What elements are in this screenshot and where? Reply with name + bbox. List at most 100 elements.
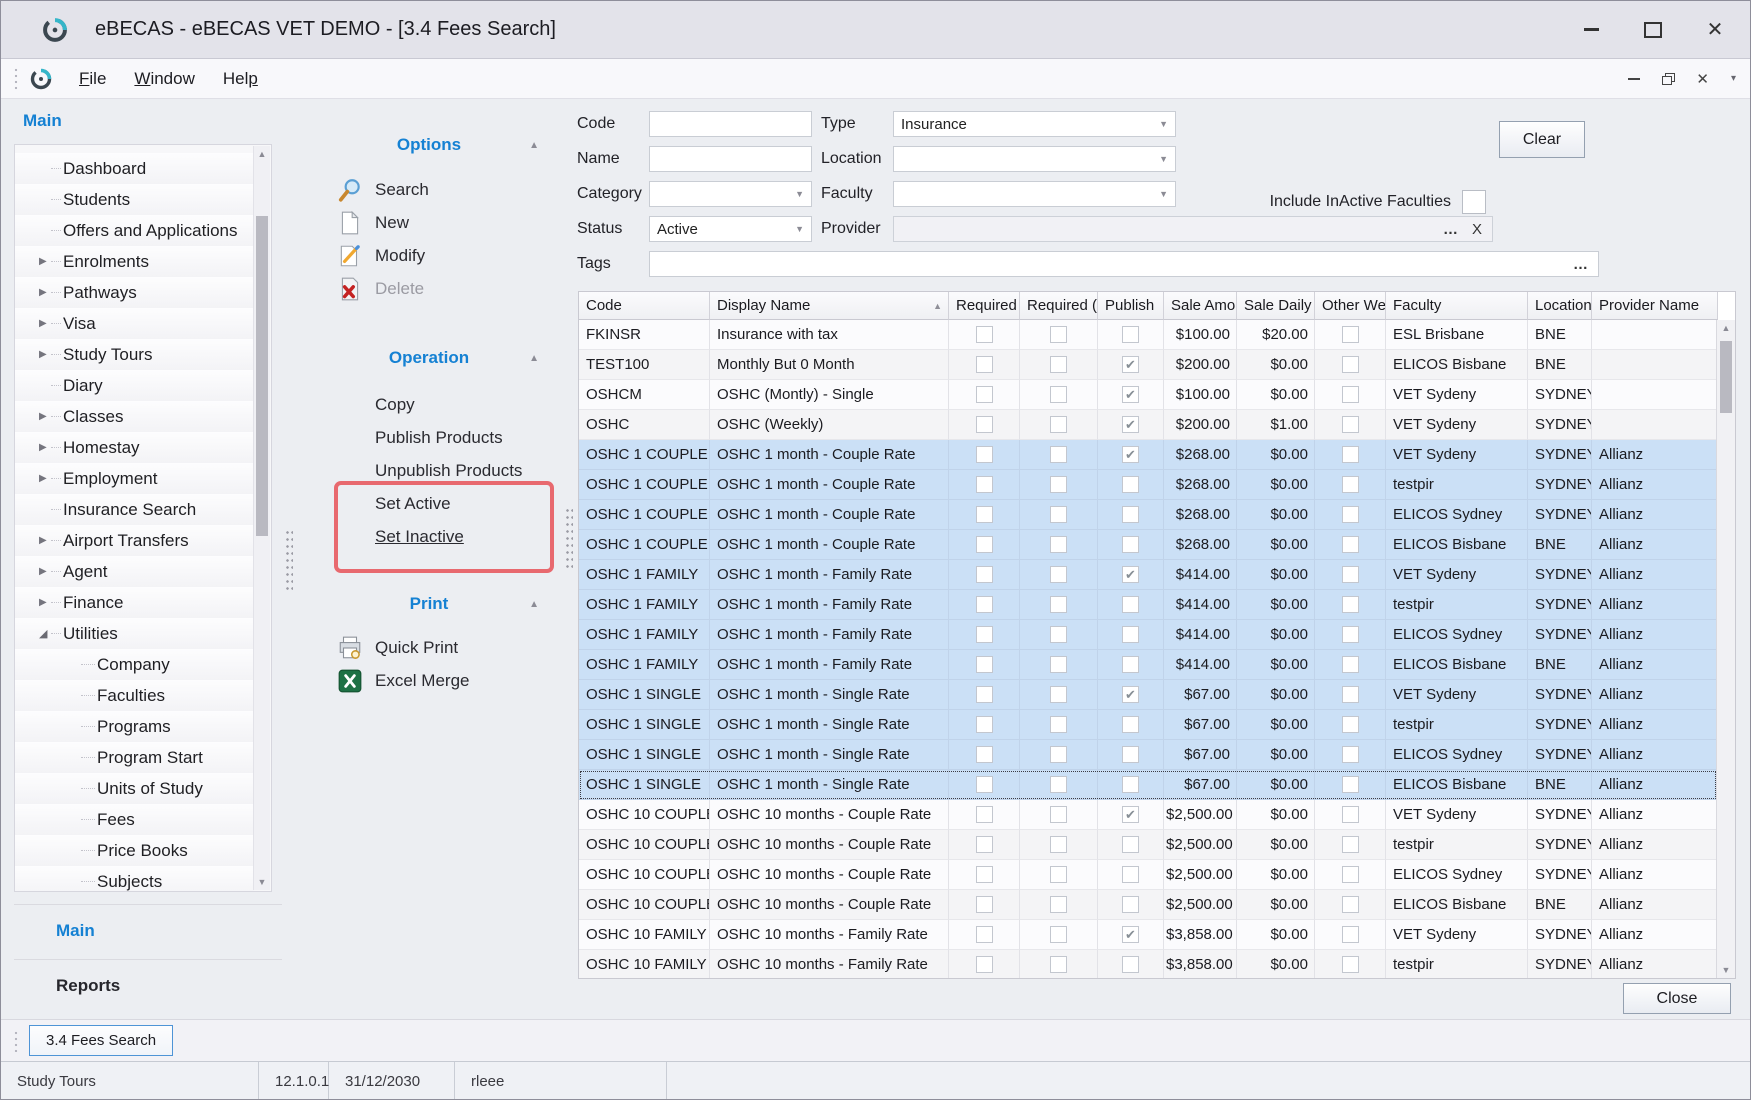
include-inactive-checkbox[interactable] xyxy=(1462,190,1486,214)
required-checkbox[interactable] xyxy=(976,686,993,703)
required2-checkbox[interactable] xyxy=(1050,956,1067,973)
required2-checkbox[interactable] xyxy=(1050,536,1067,553)
publish-checkbox[interactable] xyxy=(1122,716,1139,733)
code-input[interactable] xyxy=(649,111,812,137)
required2-checkbox[interactable] xyxy=(1050,566,1067,583)
provider-clear-button[interactable]: X xyxy=(1472,221,1482,238)
other-weekly-checkbox[interactable] xyxy=(1342,566,1359,583)
collapsed-arrow-icon[interactable]: ▶ xyxy=(39,411,47,422)
table-row[interactable]: OSHCMOSHC (Montly) - Single✔$100.00$0.00… xyxy=(579,380,1717,410)
scroll-down-icon[interactable]: ▼ xyxy=(1717,962,1735,978)
publish-checkbox[interactable] xyxy=(1122,326,1139,343)
sidebar-item-pathways[interactable]: ▶Pathways xyxy=(15,277,254,308)
collapsed-arrow-icon[interactable]: ▶ xyxy=(39,349,47,360)
required-checkbox[interactable] xyxy=(976,656,993,673)
required2-checkbox[interactable] xyxy=(1050,656,1067,673)
publish-checkbox[interactable]: ✔ xyxy=(1122,416,1139,433)
required-checkbox[interactable] xyxy=(976,956,993,973)
table-row[interactable]: OSHC 10 COUPLEOSHC 10 months - Couple Ra… xyxy=(579,800,1717,830)
table-row[interactable]: OSHC 1 SINGLEOSHC 1 month - Single Rate$… xyxy=(579,740,1717,770)
scrollbar-thumb[interactable] xyxy=(256,216,268,536)
table-row[interactable]: OSHC 1 FAMILYOSHC 1 month - Family Rate$… xyxy=(579,650,1717,680)
other-weekly-checkbox[interactable] xyxy=(1342,956,1359,973)
mdi-restore-icon[interactable] xyxy=(1662,73,1674,84)
sidebar-item-study-tours[interactable]: ▶Study Tours xyxy=(15,339,254,370)
close-button[interactable]: Close xyxy=(1623,983,1731,1014)
other-weekly-checkbox[interactable] xyxy=(1342,806,1359,823)
status-dropdown[interactable]: Active▼ xyxy=(649,216,812,242)
required-checkbox[interactable] xyxy=(976,926,993,943)
publish-checkbox[interactable] xyxy=(1122,776,1139,793)
required2-checkbox[interactable] xyxy=(1050,596,1067,613)
other-weekly-checkbox[interactable] xyxy=(1342,446,1359,463)
sidebar-item-utilities[interactable]: ◢Utilities xyxy=(15,618,254,649)
sidebar-item-students[interactable]: Students xyxy=(15,184,254,215)
required2-checkbox[interactable] xyxy=(1050,626,1067,643)
sidebar-item-program-start[interactable]: Program Start xyxy=(15,742,254,773)
other-weekly-checkbox[interactable] xyxy=(1342,596,1359,613)
required-checkbox[interactable] xyxy=(976,326,993,343)
menu-window[interactable]: Window xyxy=(120,63,208,95)
table-row[interactable]: OSHC 1 COUPLEOSHC 1 month - Couple Rate✔… xyxy=(579,440,1717,470)
sidebar-item-dashboard[interactable]: Dashboard xyxy=(15,153,254,184)
other-weekly-checkbox[interactable] xyxy=(1342,416,1359,433)
column-header-sale-amo[interactable]: Sale Amo xyxy=(1164,292,1237,320)
operation-publish-products[interactable]: Publish Products xyxy=(301,421,557,454)
sidebar-item-classes[interactable]: ▶Classes xyxy=(15,401,254,432)
other-weekly-checkbox[interactable] xyxy=(1342,926,1359,943)
column-header-other-wee[interactable]: Other Wee xyxy=(1315,292,1386,320)
sidebar-item-airport-transfers[interactable]: ▶Airport Transfers xyxy=(15,525,254,556)
required-checkbox[interactable] xyxy=(976,446,993,463)
clear-button[interactable]: Clear xyxy=(1499,121,1585,158)
option-new[interactable]: New xyxy=(301,206,557,239)
sidebar-item-offers-and-applications[interactable]: Offers and Applications xyxy=(15,215,254,246)
sidebar-item-finance[interactable]: ▶Finance xyxy=(15,587,254,618)
faculty-dropdown[interactable]: ▼ xyxy=(893,181,1176,207)
table-row[interactable]: OSHC 10 COUPLEOSHC 10 months - Couple Ra… xyxy=(579,860,1717,890)
other-weekly-checkbox[interactable] xyxy=(1342,686,1359,703)
tags-browse-button[interactable]: … xyxy=(1573,256,1588,273)
required2-checkbox[interactable] xyxy=(1050,476,1067,493)
required-checkbox[interactable] xyxy=(976,776,993,793)
sidebar-item-faculties[interactable]: Faculties xyxy=(15,680,254,711)
provider-input[interactable]: … X xyxy=(893,216,1493,242)
table-row[interactable]: OSHC 1 SINGLEOSHC 1 month - Single Rate$… xyxy=(579,770,1717,800)
required-checkbox[interactable] xyxy=(976,716,993,733)
scrollbar-thumb[interactable] xyxy=(1720,341,1732,413)
publish-checkbox[interactable] xyxy=(1122,656,1139,673)
publish-checkbox[interactable]: ✔ xyxy=(1122,446,1139,463)
other-weekly-checkbox[interactable] xyxy=(1342,386,1359,403)
required-checkbox[interactable] xyxy=(976,746,993,763)
print-quick-print[interactable]: Quick Print xyxy=(301,631,557,664)
publish-checkbox[interactable] xyxy=(1122,596,1139,613)
collapsed-arrow-icon[interactable]: ▶ xyxy=(39,535,47,546)
operation-set-active[interactable]: Set Active xyxy=(301,487,557,520)
publish-checkbox[interactable] xyxy=(1122,956,1139,973)
operation-copy[interactable]: Copy xyxy=(301,388,557,421)
required2-checkbox[interactable] xyxy=(1050,866,1067,883)
required2-checkbox[interactable] xyxy=(1050,746,1067,763)
publish-checkbox[interactable] xyxy=(1122,476,1139,493)
publish-checkbox[interactable] xyxy=(1122,506,1139,523)
name-input[interactable] xyxy=(649,146,812,172)
required-checkbox[interactable] xyxy=(976,476,993,493)
publish-checkbox[interactable] xyxy=(1122,746,1139,763)
menu-file[interactable]: File xyxy=(65,63,120,95)
required-checkbox[interactable] xyxy=(976,416,993,433)
collapse-arrow-icon[interactable]: ▲ xyxy=(529,353,539,364)
publish-checkbox[interactable]: ✔ xyxy=(1122,806,1139,823)
required2-checkbox[interactable] xyxy=(1050,896,1067,913)
collapsed-arrow-icon[interactable]: ▶ xyxy=(39,566,47,577)
table-row[interactable]: OSHC 10 FAMILYOSHC 10 months - Family Ra… xyxy=(579,920,1717,950)
publish-checkbox[interactable] xyxy=(1122,626,1139,643)
mdi-minimize-icon[interactable] xyxy=(1628,78,1640,80)
required-checkbox[interactable] xyxy=(976,626,993,643)
required-checkbox[interactable] xyxy=(976,506,993,523)
publish-checkbox[interactable] xyxy=(1122,896,1139,913)
table-row[interactable]: OSHC 1 FAMILYOSHC 1 month - Family Rate$… xyxy=(579,590,1717,620)
table-row[interactable]: OSHC 1 COUPLEOSHC 1 month - Couple Rate$… xyxy=(579,470,1717,500)
sidebar-item-insurance-search[interactable]: Insurance Search xyxy=(15,494,254,525)
scroll-up-icon[interactable]: ▲ xyxy=(254,146,270,162)
publish-checkbox[interactable] xyxy=(1122,536,1139,553)
location-dropdown[interactable]: ▼ xyxy=(893,146,1176,172)
